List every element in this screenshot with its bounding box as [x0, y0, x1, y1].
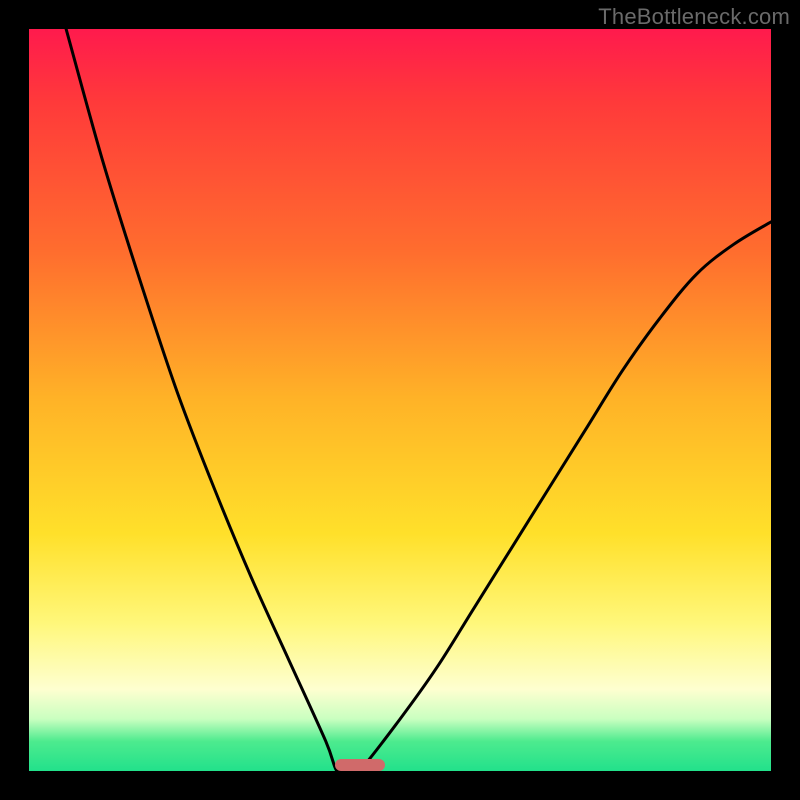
chart-frame: TheBottleneck.com — [0, 0, 800, 800]
plot-area — [29, 29, 771, 771]
bottleneck-curve — [29, 29, 771, 771]
cusp-marker — [335, 759, 385, 771]
watermark-text: TheBottleneck.com — [598, 4, 790, 30]
